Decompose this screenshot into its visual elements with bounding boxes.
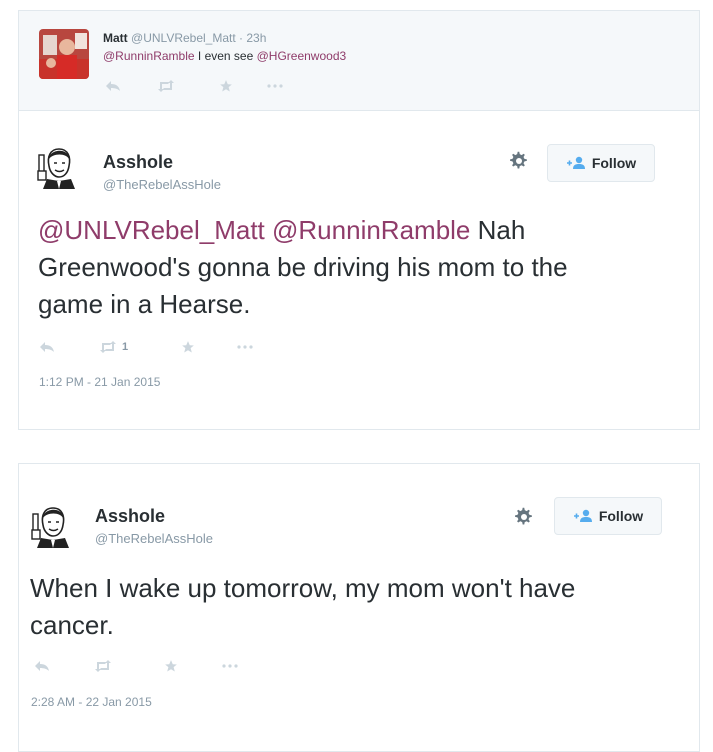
- more-icon[interactable]: [267, 83, 283, 89]
- user-name[interactable]: Asshole: [95, 506, 165, 527]
- tweet-actions: [34, 659, 238, 673]
- gear-icon[interactable]: [514, 507, 534, 527]
- gear-icon[interactable]: [509, 151, 529, 171]
- second-tweet-card: Asshole @TheRebelAssHole Follow When I w…: [18, 463, 700, 752]
- avatar[interactable]: [35, 141, 83, 189]
- retweet-icon[interactable]: [94, 660, 164, 672]
- user-handle[interactable]: @TheRebelAssHole: [95, 531, 213, 546]
- tweet-text: @UNLVRebel_Matt @RunninRamble Nah Greenw…: [38, 212, 628, 323]
- follow-button[interactable]: Follow: [554, 497, 662, 535]
- follow-label: Follow: [591, 155, 637, 171]
- star-icon[interactable]: [181, 340, 237, 354]
- tweet-timestamp[interactable]: 2:28 AM - 22 Jan 2015: [31, 695, 152, 709]
- tweet-text-segment: I even see: [194, 49, 257, 63]
- main-tweet-card: Asshole @TheRebelAssHole Follow @UNLVReb…: [18, 110, 700, 430]
- more-icon[interactable]: [222, 663, 238, 669]
- add-user-icon: [573, 509, 592, 522]
- reply-icon[interactable]: [39, 341, 99, 353]
- tweet-text: When I wake up tomorrow, my mom won't ha…: [30, 573, 576, 640]
- avatar[interactable]: [39, 29, 89, 79]
- star-icon[interactable]: [164, 659, 222, 673]
- tweet-timestamp[interactable]: 1:12 PM - 21 Jan 2015: [39, 375, 160, 389]
- user-name[interactable]: Asshole: [103, 152, 173, 173]
- reply-header: Matt @UNLVRebel_Matt · 23h: [103, 31, 266, 45]
- tweet-text: @RunninRamble I even see @HGreenwood3: [103, 49, 346, 63]
- mention-link[interactable]: @RunninRamble: [272, 215, 470, 245]
- retweet-count: 1: [122, 341, 129, 353]
- tweet-actions: 1: [39, 340, 253, 354]
- user-name[interactable]: Matt: [103, 31, 128, 45]
- reply-icon[interactable]: [34, 660, 94, 672]
- avatar[interactable]: [29, 500, 77, 548]
- retweet-icon[interactable]: 1: [99, 341, 181, 353]
- follow-button[interactable]: Follow: [547, 144, 655, 182]
- mention-link[interactable]: @HGreenwood3: [257, 49, 347, 63]
- star-icon[interactable]: [219, 79, 267, 93]
- follow-label: Follow: [598, 508, 644, 524]
- tweet-time[interactable]: 23h: [246, 31, 266, 45]
- reply-icon[interactable]: [105, 80, 157, 92]
- mention-link[interactable]: @RunninRamble: [103, 49, 195, 63]
- user-handle[interactable]: @UNLVRebel_Matt: [131, 31, 236, 45]
- more-icon[interactable]: [237, 344, 253, 350]
- user-handle[interactable]: @TheRebelAssHole: [103, 177, 221, 192]
- mention-link[interactable]: @UNLVRebel_Matt: [38, 215, 265, 245]
- add-user-icon: [566, 156, 585, 169]
- retweet-icon[interactable]: [157, 80, 219, 92]
- tweet-actions: [105, 79, 283, 93]
- reply-tweet-card: Matt @UNLVRebel_Matt · 23h @RunninRamble…: [18, 10, 700, 110]
